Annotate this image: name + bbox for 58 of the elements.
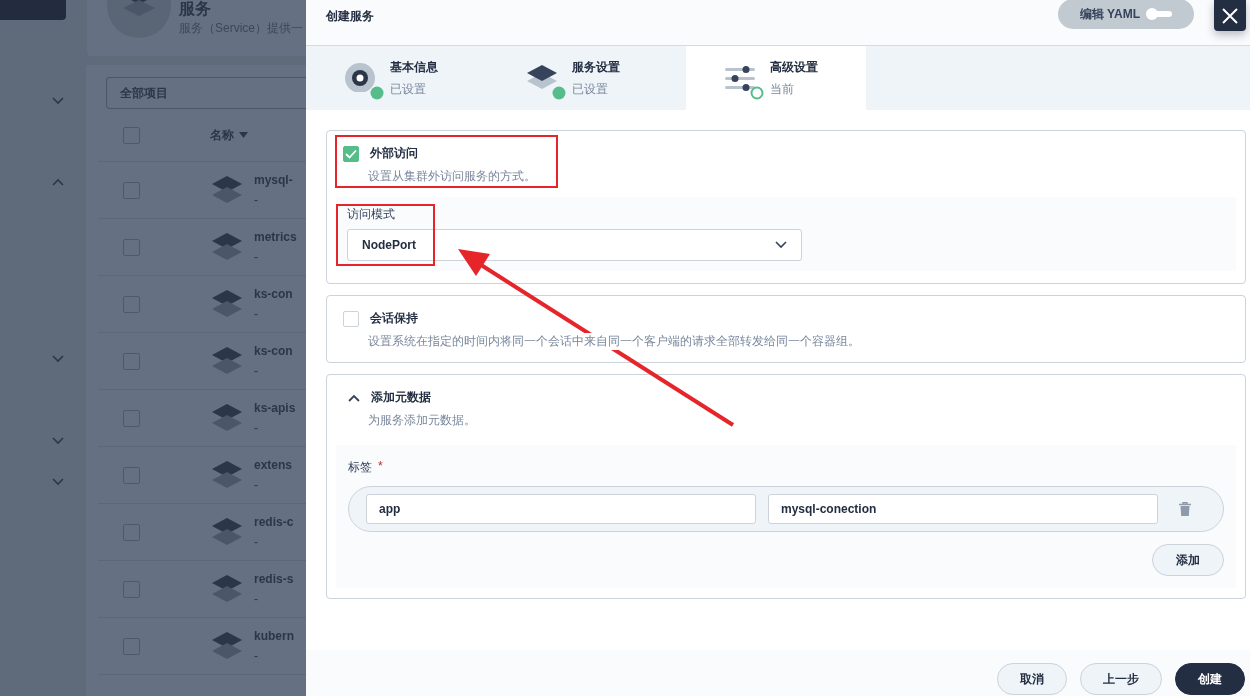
step-tab[interactable]: 服务设置 已设置 bbox=[486, 46, 686, 110]
add-button[interactable]: 添加 bbox=[1152, 544, 1224, 576]
chevron-down-icon bbox=[775, 241, 787, 249]
service-detail: - bbox=[254, 478, 259, 492]
chevron-down-icon[interactable] bbox=[52, 97, 64, 105]
section-title: 会话保持 bbox=[370, 310, 418, 327]
create-button[interactable]: 创建 bbox=[1175, 663, 1245, 695]
step-tab[interactable]: 高级设置 当前 bbox=[686, 46, 866, 110]
sidebar-header bbox=[0, 0, 66, 20]
service-icon bbox=[212, 460, 242, 490]
step-title: 基本信息 bbox=[390, 58, 438, 76]
edit-yaml-toggle[interactable]: 编辑 YAML bbox=[1057, 0, 1194, 29]
service-icon bbox=[212, 232, 242, 262]
service-detail: - bbox=[254, 250, 259, 264]
sort-icon bbox=[239, 132, 248, 138]
step-title: 服务设置 bbox=[572, 58, 620, 76]
key-field[interactable]: app bbox=[366, 494, 756, 524]
service-detail: - bbox=[254, 364, 259, 378]
chevron-down-icon[interactable] bbox=[52, 478, 64, 486]
service-icon bbox=[212, 403, 242, 433]
service-icon bbox=[212, 289, 242, 319]
close-icon bbox=[1222, 7, 1238, 24]
close-button[interactable] bbox=[1214, 0, 1246, 31]
chevron-up-icon[interactable] bbox=[348, 393, 360, 402]
service-icon bbox=[212, 574, 242, 604]
step-tab[interactable]: 基本信息 已设置 bbox=[306, 46, 486, 110]
step-title: 高级设置 bbox=[770, 58, 818, 76]
required-mark: * bbox=[378, 459, 383, 475]
section-title: 添加元数据 bbox=[371, 389, 431, 406]
page-title: 服务 bbox=[179, 0, 212, 18]
checkbox[interactable] bbox=[343, 145, 359, 162]
service-icon bbox=[212, 175, 242, 205]
service-icon bbox=[212, 631, 242, 661]
service-detail: - bbox=[254, 193, 259, 207]
layers-icon bbox=[526, 62, 558, 92]
trash-icon bbox=[1179, 502, 1191, 516]
chevron-down-icon[interactable] bbox=[52, 355, 64, 363]
service-icon bbox=[212, 346, 242, 376]
service-detail: - bbox=[254, 649, 259, 663]
check-icon bbox=[345, 148, 357, 159]
cancel-button[interactable]: 取消 bbox=[997, 663, 1067, 695]
delete-button[interactable] bbox=[1177, 500, 1193, 518]
service-detail: - bbox=[254, 307, 259, 321]
value-field[interactable]: mysql-conection bbox=[768, 494, 1158, 524]
back-button[interactable]: 上一步 bbox=[1080, 663, 1162, 695]
chevron-down-icon[interactable] bbox=[52, 437, 64, 445]
dialog-title: 创建服务 bbox=[326, 8, 375, 25]
field-label: 标签 bbox=[348, 459, 372, 476]
step-status: 已设置 bbox=[390, 80, 427, 98]
service-detail: - bbox=[254, 535, 259, 549]
section-title: 外部访问 bbox=[370, 145, 418, 162]
access-mode-select[interactable]: NodePort bbox=[347, 229, 802, 261]
field-label: 访问模式 bbox=[347, 206, 396, 223]
service-detail: - bbox=[254, 421, 259, 435]
step-status: 已设置 bbox=[572, 80, 609, 98]
service-icon bbox=[212, 517, 242, 547]
service-detail: - bbox=[254, 592, 259, 606]
step-status: 当前 bbox=[770, 80, 795, 98]
